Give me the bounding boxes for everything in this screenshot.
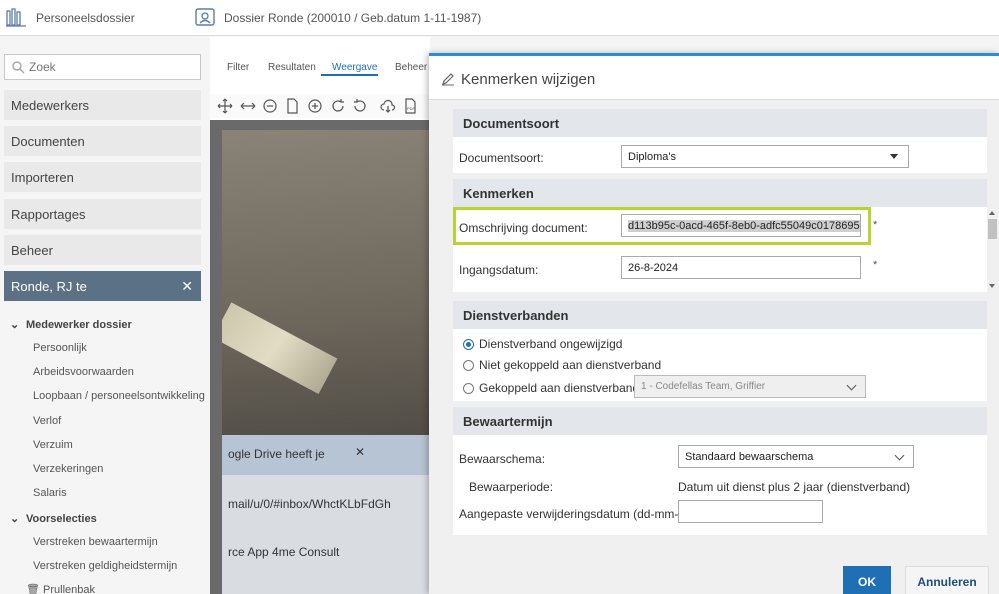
ingangsdatum-input[interactable]: 26-8-2024 xyxy=(621,256,861,279)
scroll-up-icon[interactable] xyxy=(989,211,995,215)
menu-arbeidsvoorwaarden[interactable]: Arbeidsvoorwaarden xyxy=(33,366,134,378)
radio-ongewijzigd-label: Dienstverband ongewijzigd xyxy=(479,337,623,351)
rotate-right-icon[interactable] xyxy=(330,98,346,114)
trash-icon: 🗑 xyxy=(26,584,40,594)
bewaarschema-select[interactable]: Standaard bewaarschema xyxy=(678,445,914,468)
menu-salaris[interactable]: Salaris xyxy=(33,487,67,499)
radio-gekoppeld-label: Gekoppeld aan dienstverband: xyxy=(479,381,643,395)
menu-verzuim[interactable]: Verzuim xyxy=(33,439,73,451)
chevron-down-icon xyxy=(894,450,905,461)
dialog-header: Kenmerken wijzigen xyxy=(429,56,999,100)
radio-niet-gekoppeld[interactable] xyxy=(463,360,474,371)
viewer-toolbar: PDF xyxy=(210,94,430,118)
ingangsdatum-label: Ingangsdatum: xyxy=(459,263,539,277)
radio-niet-gekoppeld-label: Niet gekoppeld aan dienstverband xyxy=(479,358,662,372)
tab-filter[interactable]: Filter xyxy=(227,62,249,73)
nav-medewerkers[interactable]: Medewerkers xyxy=(4,90,201,120)
chevron-down-icon: ⌄ xyxy=(10,513,20,525)
tab-beheer[interactable]: Beheer xyxy=(395,62,427,73)
documentsoort-label: Documentsoort: xyxy=(459,151,544,165)
panel-header-kenmerken: Kenmerken xyxy=(453,179,987,207)
panel-bewaartermijn: Bewaartermijn Bewaarschema: Standaard be… xyxy=(453,407,987,535)
menu-verstreken-geldigheidstermijn[interactable]: Verstreken geldigheidstermijn xyxy=(33,560,177,572)
tab-resultaten[interactable]: Resultaten xyxy=(268,62,316,73)
sidebar: Medewerkers Documenten Importeren Rappor… xyxy=(0,37,210,594)
scroll-down-icon[interactable] xyxy=(989,284,995,288)
chevron-down-icon xyxy=(846,380,857,391)
top-bar: Personeelsdossier Dossier Ronde (200010 … xyxy=(0,0,999,36)
menu-prullenbak[interactable]: 🗑 Prullenbak xyxy=(26,583,95,594)
document-photo: ogle Drive heeft je ✕ mail/u/0/#inbox/Wh… xyxy=(222,130,430,594)
panel-documentsoort: Documentsoort Documentsoort: Diploma's xyxy=(453,109,987,173)
bewaarschema-label: Bewaarschema: xyxy=(459,452,546,466)
selected-employee[interactable]: Ronde, RJ te ✕ xyxy=(4,271,201,301)
bewaarperiode-label: Bewaarperiode: xyxy=(469,480,554,494)
pencil-icon xyxy=(442,73,454,86)
required-marker: * xyxy=(873,219,878,231)
caret-down-icon xyxy=(890,154,898,159)
fit-width-icon[interactable] xyxy=(240,98,256,114)
section-medewerker-dossier[interactable]: ⌄ Medewerker dossier xyxy=(10,318,132,331)
svg-text:PDF: PDF xyxy=(407,106,416,111)
cancel-button[interactable]: Annuleren xyxy=(905,566,989,594)
selected-employee-name: Ronde, RJ te xyxy=(11,279,87,294)
panel-kenmerken: Kenmerken Omschrijving document: d113b95… xyxy=(453,179,998,292)
omschrijving-input[interactable]: d113b95c-0acd-465f-8eb0-adfc55049c017869… xyxy=(621,214,861,237)
ok-button[interactable]: OK xyxy=(843,566,891,594)
documentsoort-select[interactable]: Diploma's xyxy=(621,145,909,168)
document-preview: ogle Drive heeft je ✕ mail/u/0/#inbox/Wh… xyxy=(210,120,430,594)
books-logo-icon xyxy=(6,8,26,27)
radio-ongewijzigd[interactable] xyxy=(463,339,474,350)
nav-documenten[interactable]: Documenten xyxy=(4,126,201,156)
verwijderingsdatum-input[interactable] xyxy=(678,500,823,523)
document-viewer-panel: Filter Resultaten Weergave Beheer PDF og… xyxy=(210,37,430,594)
nav-importeren[interactable]: Importeren xyxy=(4,162,201,192)
search-icon xyxy=(12,61,25,74)
menu-loopbaan[interactable]: Loopbaan / personeelsontwikkeling xyxy=(33,390,205,402)
nav-beheer[interactable]: Beheer xyxy=(4,235,201,265)
bewaarperiode-value: Datum uit dienst plus 2 jaar (dienstverb… xyxy=(678,480,911,494)
dialog-title: Kenmerken wijzigen xyxy=(461,71,596,88)
active-tab-indicator xyxy=(321,74,378,76)
page-icon[interactable] xyxy=(284,98,300,114)
search-input[interactable] xyxy=(29,59,189,75)
panel-dienstverbanden: Dienstverbanden Dienstverband ongewijzig… xyxy=(453,301,987,401)
panel-header-documentsoort: Documentsoort xyxy=(453,109,987,137)
app-title[interactable]: Personeelsdossier xyxy=(36,11,135,25)
photo-laptop-screen: ogle Drive heeft je ✕ mail/u/0/#inbox/Wh… xyxy=(222,435,430,594)
omschrijving-label: Omschrijving document: xyxy=(459,221,588,235)
menu-verzekeringen[interactable]: Verzekeringen xyxy=(33,463,103,475)
cloud-download-icon[interactable] xyxy=(380,98,396,114)
scrollbar-thumb[interactable] xyxy=(988,219,997,239)
kenmerken-scrollbar[interactable] xyxy=(987,207,998,292)
dienstverband-select[interactable]: 1 - Codefellas Team, Griffier xyxy=(634,375,866,398)
dialog-body: Documentsoort Documentsoort: Diploma's K… xyxy=(429,100,999,594)
ceiling-light xyxy=(222,302,338,394)
zoom-out-icon[interactable] xyxy=(262,98,278,114)
close-icon[interactable]: ✕ xyxy=(181,278,193,295)
pdf-icon[interactable]: PDF xyxy=(402,98,418,114)
zoom-in-icon[interactable] xyxy=(307,98,323,114)
required-marker: * xyxy=(873,259,878,271)
dossier-title: Dossier Ronde (200010 / Geb.datum 1-11-1… xyxy=(224,11,482,25)
verwijderingsdatum-label: Aangepaste verwijderingsdatum (dd-mm-jjj… xyxy=(459,507,697,521)
move-icon[interactable] xyxy=(217,98,233,114)
panel-header-bewaartermijn: Bewaartermijn xyxy=(453,407,987,435)
chevron-down-icon: ⌄ xyxy=(10,319,20,331)
kenmerken-wijzigen-dialog: Kenmerken wijzigen Documentsoort Documen… xyxy=(429,53,999,594)
panel-header-dienstverbanden: Dienstverbanden xyxy=(453,301,987,329)
section-voorselecties[interactable]: ⌄ Voorselecties xyxy=(10,512,97,525)
search-box[interactable] xyxy=(4,54,201,80)
menu-persoonlijk[interactable]: Persoonlijk xyxy=(33,342,87,354)
radio-gekoppeld[interactable] xyxy=(463,383,474,394)
rotate-left-icon[interactable] xyxy=(352,98,368,114)
tab-weergave[interactable]: Weergave xyxy=(332,62,377,73)
menu-verlof[interactable]: Verlof xyxy=(33,415,61,427)
dossier-icon xyxy=(195,8,215,26)
nav-rapportages[interactable]: Rapportages xyxy=(4,199,201,229)
menu-verstreken-bewaartermijn[interactable]: Verstreken bewaartermijn xyxy=(33,536,158,548)
